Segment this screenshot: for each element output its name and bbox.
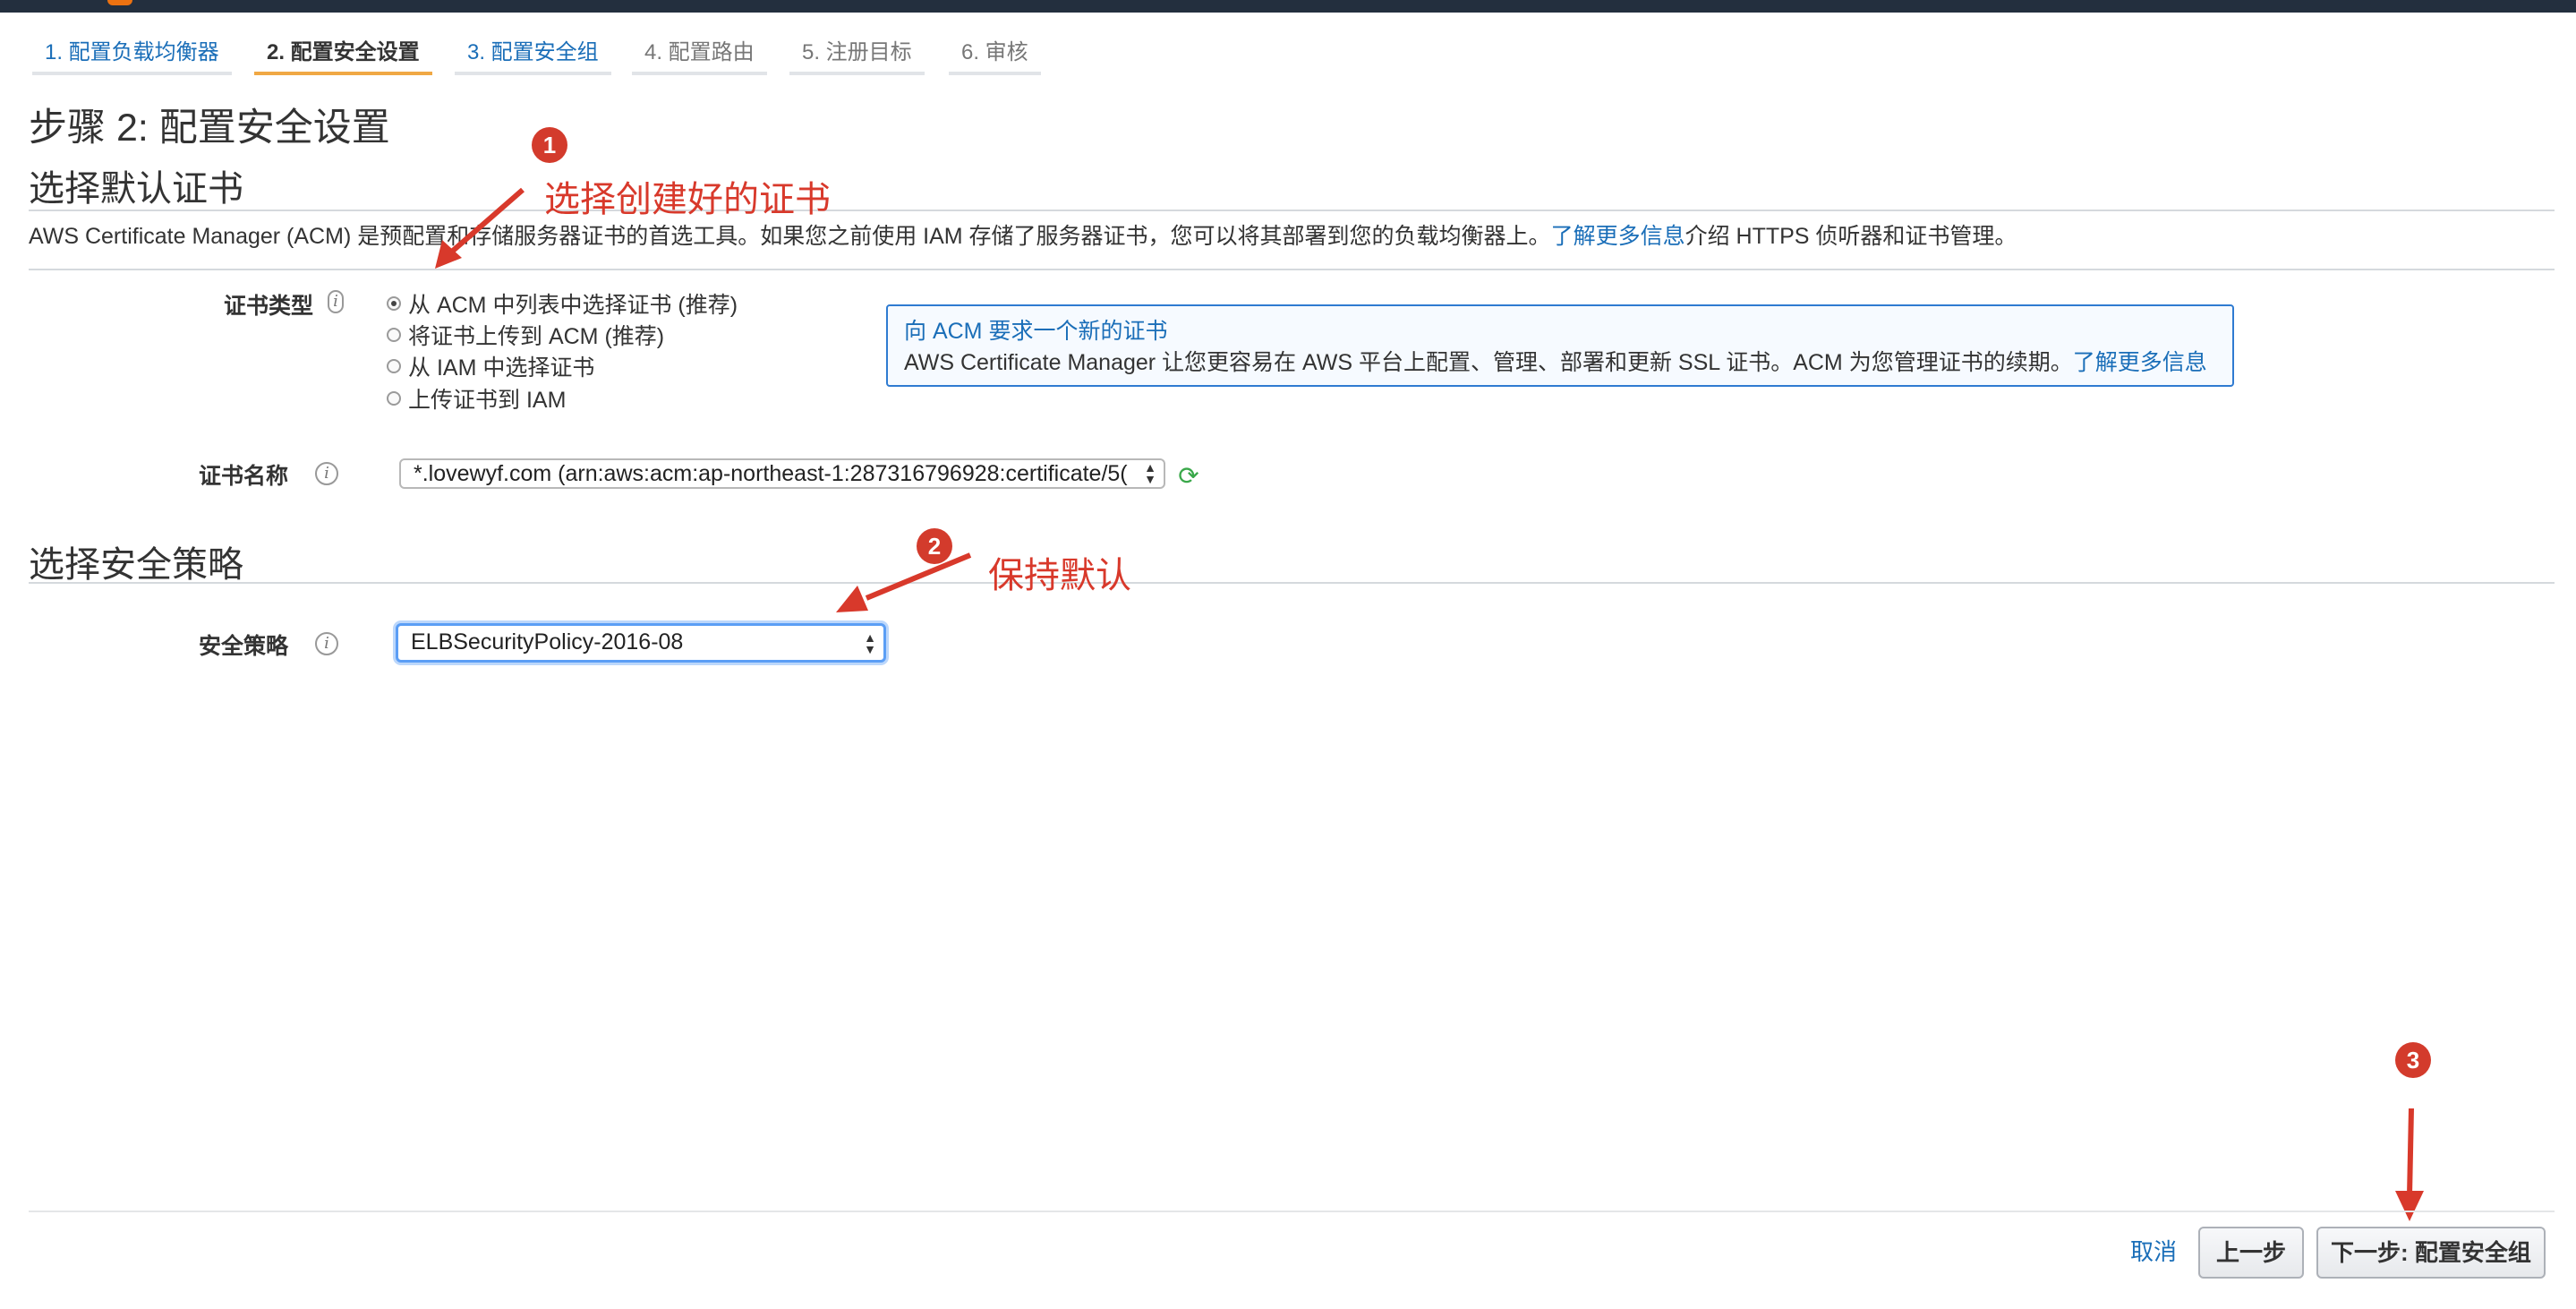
radio-label: 将证书上传到 ACM (推荐)	[408, 324, 665, 349]
annotation-arrow-2	[865, 552, 972, 601]
annotation-badge-2: 2	[917, 528, 952, 564]
cert-name-label: 证书名称	[199, 464, 289, 489]
radio-button[interactable]	[387, 391, 401, 406]
cert-description: AWS Certificate Manager (ACM) 是预配置和存储服务器…	[29, 220, 2017, 252]
select-arrows-icon: ▲ ▼	[1144, 460, 1156, 486]
previous-button[interactable]: 上一步	[2198, 1227, 2304, 1279]
acm-learn-more-link[interactable]: 了解更多信息	[2073, 350, 2207, 375]
radio-button[interactable]	[387, 359, 401, 373]
radio-label: 从 ACM 中列表中选择证书 (推荐)	[408, 293, 738, 318]
radio-option-acm-list[interactable]: 从 ACM 中列表中选择证书 (推荐)	[387, 288, 738, 319]
section-divider	[29, 269, 2555, 270]
section-divider	[29, 582, 2555, 584]
cert-description-suffix: 介绍 HTTPS 侦听器和证书管理。	[1685, 224, 2017, 249]
cert-type-info-icon[interactable]: i	[328, 290, 344, 313]
request-acm-cert-box: 向 ACM 要求一个新的证书 AWS Certificate Manager 让…	[886, 304, 2234, 387]
radio-button[interactable]	[387, 328, 401, 342]
tab-configure-routing: 4. 配置路由	[632, 30, 767, 75]
acm-box-body: AWS Certificate Manager 让您更容易在 AWS 平台上配置…	[904, 347, 2216, 378]
top-nav-bar	[0, 0, 2576, 13]
aws-logo-fragment	[107, 0, 132, 5]
section-divider	[29, 210, 2555, 211]
acm-box-text: AWS Certificate Manager 让您更容易在 AWS 平台上配置…	[904, 350, 2073, 375]
annotation-badge-1: 1	[532, 127, 567, 163]
tab-configure-load-balancer[interactable]: 1. 配置负载均衡器	[32, 30, 232, 75]
select-arrows-icon: ▲ ▼	[864, 630, 876, 656]
policy-section-heading: 选择安全策略	[29, 545, 243, 585]
tab-configure-security-settings[interactable]: 2. 配置安全设置	[254, 30, 432, 75]
security-policy-select[interactable]: ELBSecurityPolicy-2016-08 ▲ ▼	[396, 623, 886, 663]
cert-name-value: *.lovewyf.com (arn:aws:acm:ap-northeast-…	[414, 461, 1128, 486]
tab-configure-security-groups[interactable]: 3. 配置安全组	[455, 30, 611, 75]
security-policy-value: ELBSecurityPolicy-2016-08	[411, 629, 684, 654]
radio-option-upload-acm[interactable]: 将证书上传到 ACM (推荐)	[387, 320, 664, 350]
refresh-icon[interactable]: ⟳	[1176, 464, 1201, 489]
tab-register-targets: 5. 注册目标	[789, 30, 925, 75]
page-title: 步骤 2: 配置安全设置	[29, 107, 390, 150]
radio-button[interactable]	[387, 296, 401, 311]
request-acm-cert-link[interactable]: 向 ACM 要求一个新的证书	[904, 315, 2216, 347]
cert-type-label: 证书类型	[224, 294, 314, 319]
tab-review: 6. 审核	[949, 30, 1041, 75]
next-configure-security-groups-button[interactable]: 下一步: 配置安全组	[2316, 1227, 2546, 1279]
cancel-button[interactable]: 取消	[2130, 1236, 2177, 1268]
cert-name-select[interactable]: *.lovewyf.com (arn:aws:acm:ap-northeast-…	[399, 458, 1165, 489]
security-policy-info-icon[interactable]: i	[315, 632, 338, 655]
learn-more-link[interactable]: 了解更多信息	[1551, 224, 1685, 249]
annotation-arrows	[435, 187, 2424, 1221]
radio-label: 上传证书到 IAM	[408, 388, 567, 413]
annotation-arrow-3	[2407, 1108, 2414, 1197]
radio-option-upload-iam[interactable]: 上传证书到 IAM	[387, 383, 566, 414]
annotation-arrowhead-2	[836, 586, 868, 612]
annotation-arrowhead-3	[2395, 1191, 2424, 1221]
annotation-badge-3: 3	[2395, 1042, 2431, 1078]
annotation-text-1: 选择创建好的证书	[544, 180, 831, 219]
cert-description-text: AWS Certificate Manager (ACM) 是预配置和存储服务器…	[29, 224, 1551, 249]
footer-divider	[29, 1211, 2555, 1212]
cert-name-info-icon[interactable]: i	[315, 462, 338, 485]
radio-label: 从 IAM 中选择证书	[408, 355, 595, 381]
radio-option-iam[interactable]: 从 IAM 中选择证书	[387, 351, 594, 381]
cert-section-heading: 选择默认证书	[29, 169, 243, 209]
security-policy-label: 安全策略	[199, 634, 289, 659]
annotation-text-2: 保持默认	[988, 556, 1131, 595]
